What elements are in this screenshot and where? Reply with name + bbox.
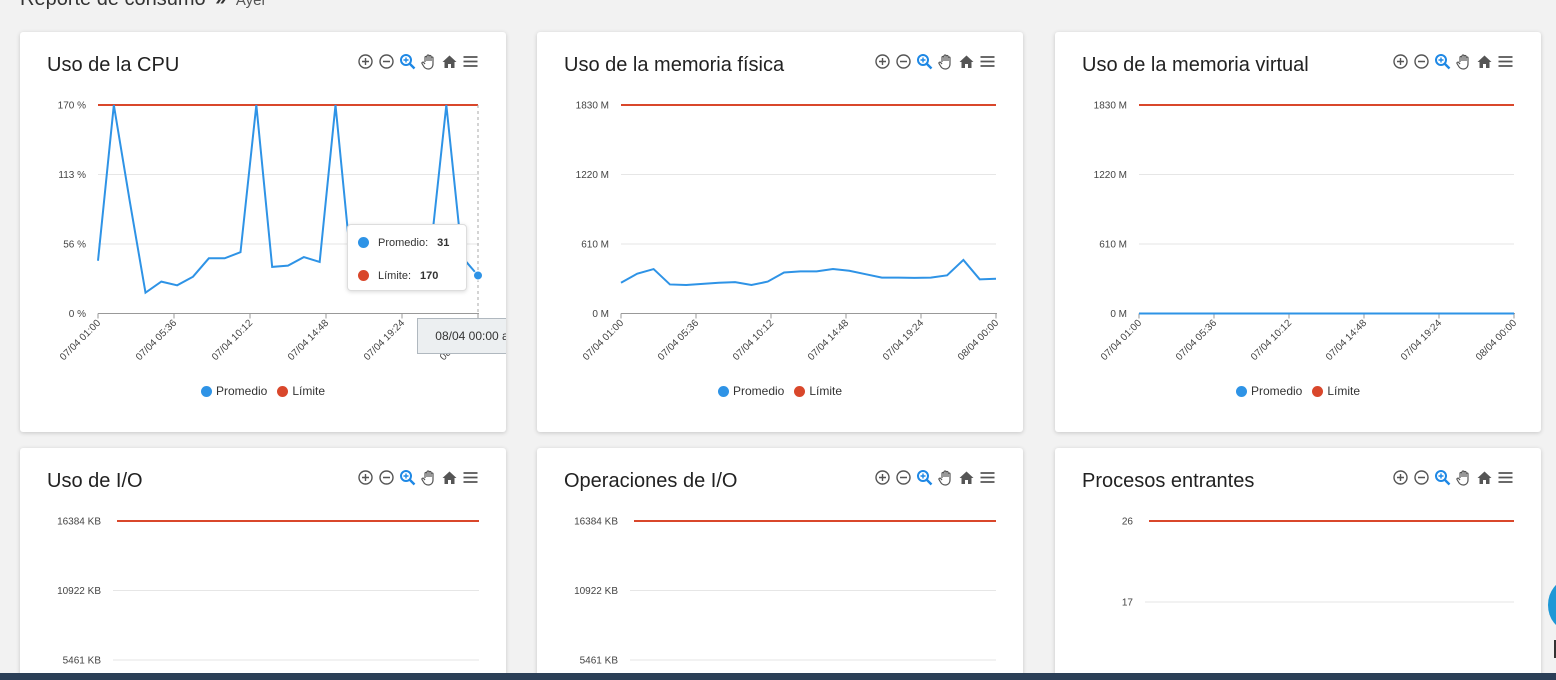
- x-tick-label: 07/04 01:00: [1099, 318, 1144, 363]
- y-tick-label: 17: [1122, 598, 1134, 609]
- legend-label: Promedio: [215, 384, 268, 398]
- breadcrumb: Reporte de consumo » Ayer: [20, 0, 267, 11]
- y-tick-label: 10922 KB: [57, 586, 101, 597]
- legend-label: Límite: [1327, 384, 1361, 398]
- x-tick-label: 07/04 10:12: [1249, 318, 1294, 363]
- chart-card: Procesos entrantes 26 17: [1055, 448, 1541, 680]
- tooltip-marker: [358, 270, 369, 281]
- x-tick-label: 08/04 00:00: [956, 318, 1001, 363]
- legend-marker: [1235, 385, 1247, 397]
- x-tick-label: 07/04 14:48: [806, 318, 851, 363]
- tooltip-label: Límite:: [378, 269, 412, 282]
- x-tick-label: 07/04 19:24: [1399, 318, 1444, 363]
- tooltip-value: 170: [420, 269, 439, 282]
- y-tick-label: 1830 M: [1094, 101, 1127, 112]
- legend-label: Límite: [809, 384, 843, 398]
- x-tick-label: 07/04 10:12: [731, 318, 776, 363]
- y-tick-label: 1830 M: [576, 101, 609, 112]
- y-tick-label: 610 M: [581, 240, 609, 251]
- chart-plot: 16384 KB 10922 KB 5461 KB: [574, 517, 996, 667]
- y-tick-label: 5461 KB: [63, 656, 102, 667]
- y-tick-label: 26: [1122, 517, 1134, 528]
- breadcrumb-sub[interactable]: Ayer: [236, 0, 267, 9]
- y-tick-label: 170 %: [58, 101, 86, 112]
- chart-card: Uso de la CPU 170 % 113 % 56 % 0 % 07/04 01:0…: [20, 32, 506, 432]
- legend-label: Promedio: [1250, 384, 1303, 398]
- y-tick-label: 5461 KB: [580, 656, 619, 667]
- footer-bar: [0, 673, 1556, 680]
- y-tick-label: 10922 KB: [574, 586, 618, 597]
- x-tick-label: 07/04 19:24: [362, 318, 407, 363]
- x-axis-tooltip: 08/04 00:00 am: [417, 318, 506, 354]
- series-line-promedio[interactable]: [620, 258, 997, 287]
- chart-card: Uso de la memoria física 1830 M 1220 M 610 …: [537, 32, 1023, 432]
- y-tick-label: 16384 KB: [574, 517, 618, 528]
- dashboard-page: Reporte de consumo » Ayer Uso de la CPU1…: [0, 0, 1556, 680]
- legend-marker: [794, 385, 806, 397]
- legend-marker: [200, 385, 212, 397]
- y-tick-label: 0 %: [69, 309, 86, 320]
- chart-plot: 16384 KB 10922 KB 5461 KB: [57, 517, 479, 667]
- chart-plot: 26 17: [1122, 517, 1514, 609]
- y-tick-label: 113 %: [58, 170, 86, 181]
- legend-item-promedio[interactable]: Promedio: [1235, 384, 1303, 398]
- help-chat-button[interactable]: [1548, 580, 1556, 630]
- tooltip-row-limite: Límite: 170: [358, 267, 456, 284]
- y-tick-label: 0 M: [1110, 309, 1127, 320]
- legend-item-limite[interactable]: Límite: [277, 384, 325, 398]
- legend-item-promedio[interactable]: Promedio: [717, 384, 785, 398]
- x-tick-label: 07/04 10:12: [210, 318, 255, 363]
- x-tick-label: 07/04 05:36: [134, 318, 179, 363]
- chart-plot: 1830 M 1220 M 610 M 0 M07/04 01:00 07/04 05:…: [1094, 101, 1520, 363]
- legend-marker: [717, 385, 729, 397]
- x-tick-label: 07/04 14:48: [1324, 318, 1369, 363]
- hover-marker[interactable]: [473, 270, 483, 281]
- x-tick-label: 07/04 14:48: [286, 318, 331, 363]
- x-tick-label: 07/04 05:36: [1174, 318, 1219, 363]
- x-tick-label: 08/04 00:00: [1474, 318, 1519, 363]
- legend-item-promedio[interactable]: Promedio: [200, 384, 268, 398]
- tooltip-value: 31: [437, 236, 450, 249]
- y-tick-label: 0 M: [592, 309, 609, 320]
- chart-legend: Promedio Límite: [537, 384, 1023, 398]
- chart-card: Uso de I/O 16384 KB 10922 KB 5461 KB: [20, 448, 506, 680]
- legend-marker: [277, 385, 289, 397]
- y-tick-label: 56 %: [63, 240, 86, 251]
- x-tick-label: 07/04 19:24: [881, 318, 926, 363]
- breadcrumb-separator: »: [215, 0, 226, 10]
- breadcrumb-title: Reporte de consumo: [20, 0, 206, 10]
- x-tick-label: 07/04 01:00: [58, 318, 103, 363]
- chart-plot: 1830 M 1220 M 610 M 0 M07/04 01:00 07/04 05:…: [576, 101, 1002, 363]
- chart-legend: Promedio Límite: [20, 384, 506, 398]
- y-tick-label: 16384 KB: [57, 517, 101, 528]
- tooltip-label: Promedio:: [378, 236, 429, 249]
- legend-item-limite[interactable]: Límite: [794, 384, 842, 398]
- chart-card: Uso de la memoria virtual 1830 M 1220 M 610…: [1055, 32, 1541, 432]
- chart-tooltip: Promedio: 31 Límite: 170: [347, 224, 467, 291]
- x-tick-label: 07/04 01:00: [581, 318, 626, 363]
- legend-marker: [1312, 385, 1324, 397]
- legend-item-limite[interactable]: Límite: [1312, 384, 1360, 398]
- chart-legend: Promedio Límite: [1055, 384, 1541, 398]
- chart-card: Operaciones de I/O 16384 KB 10922 KB 5461 K…: [537, 448, 1023, 680]
- tooltip-row-promedio: Promedio: 31: [358, 234, 456, 251]
- legend-label: Límite: [292, 384, 326, 398]
- y-tick-label: 1220 M: [1094, 170, 1127, 181]
- x-tick-label: 07/04 05:36: [656, 318, 701, 363]
- y-tick-label: 1220 M: [576, 170, 609, 181]
- y-tick-label: 610 M: [1099, 240, 1127, 251]
- legend-label: Promedio: [732, 384, 785, 398]
- tooltip-marker: [358, 237, 369, 248]
